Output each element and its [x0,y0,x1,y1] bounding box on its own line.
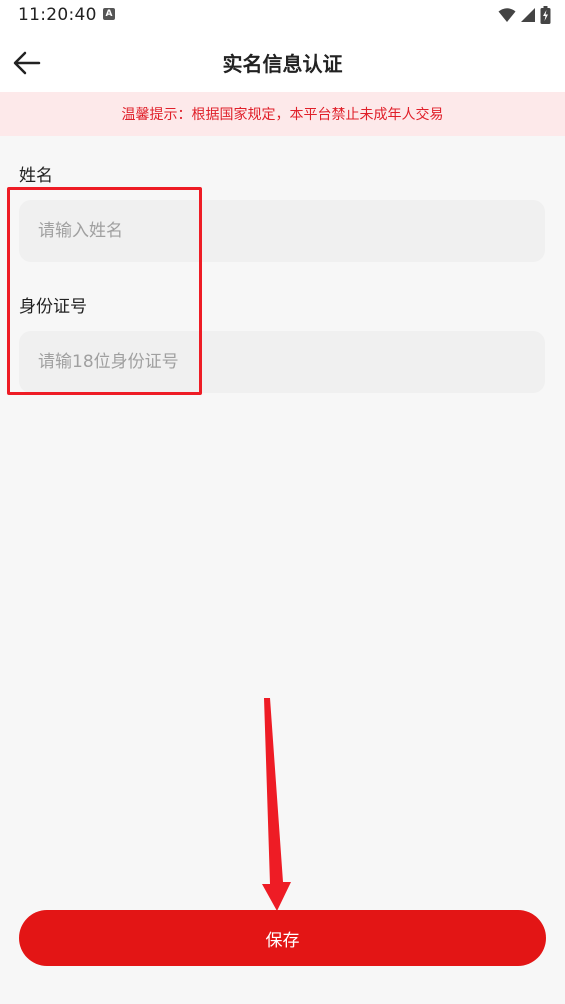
id-number-input[interactable] [19,331,545,393]
name-label: 姓名 [19,166,53,186]
annotation-arrow-icon [262,698,291,911]
notice-text: 温馨提示：根据国家规定，本平台禁止未成年人交易 [121,107,444,123]
save-button[interactable]: 保存 [19,910,546,966]
page-title: 实名信息认证 [222,52,343,76]
wifi-icon [498,8,516,22]
battery-icon [540,6,551,24]
id-number-label: 身份证号 [19,297,87,317]
notice-bar: 温馨提示：根据国家规定，本平台禁止未成年人交易 [0,92,565,136]
status-time: 11:20:40 [18,5,97,25]
notification-a-icon: A [103,8,115,20]
status-icons [498,6,551,24]
name-input[interactable] [19,200,545,262]
header: 实名信息认证 [0,32,565,92]
status-bar: 11:20:40 A [0,0,565,32]
signal-icon [521,8,535,22]
